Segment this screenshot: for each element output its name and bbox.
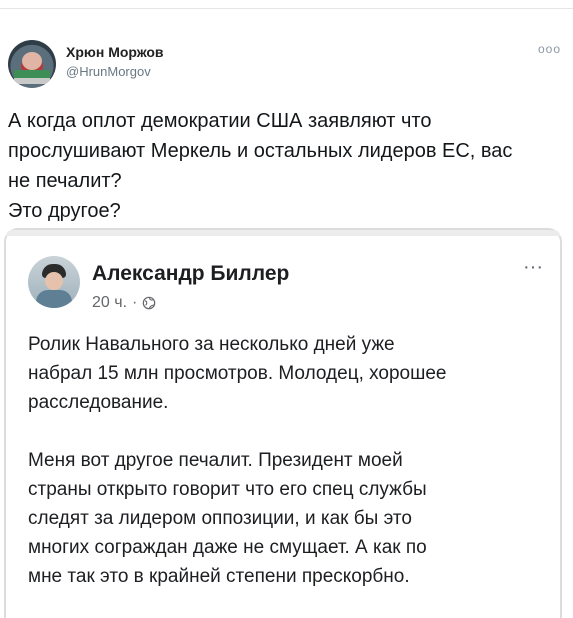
quoted-more-options-icon[interactable]: ··· — [523, 256, 543, 279]
quoted-author-name[interactable]: Александр Биллер — [92, 262, 289, 286]
post-text-line: следят за лидером оппозиции, и как бы эт… — [28, 508, 412, 529]
top-divider — [0, 8, 573, 9]
tweet-text-line: Это другое? — [8, 200, 121, 222]
quoted-post-paragraph-1: Ролик Навального за несколько дней уже н… — [28, 330, 548, 417]
avatar-band — [14, 70, 50, 78]
meta-separator: · — [132, 294, 138, 311]
card-top-shade — [6, 230, 560, 236]
avatar-band-lower — [14, 78, 50, 84]
avatar-face — [45, 272, 63, 290]
tweet-more-options-icon[interactable]: ooo — [538, 42, 561, 56]
tweet-author-avatar[interactable] — [8, 40, 56, 88]
post-time[interactable]: 20 ч. — [92, 294, 127, 312]
tweet-text-line: А когда оплот демократии США заявляют чт… — [8, 110, 432, 132]
quoted-author-avatar[interactable] — [28, 256, 80, 308]
tweet-text-line: прослушивают Меркель и остальных лидеров… — [8, 140, 513, 162]
avatar-face — [22, 52, 42, 70]
globe-icon — [143, 296, 156, 310]
avatar-shirt — [36, 290, 72, 308]
post-text-line: Ролик Навального за несколько дней уже — [28, 334, 395, 355]
tweet-text-line: не печалит? — [8, 170, 122, 192]
post-text-line: многих сограждан даже не смущает. А как … — [28, 537, 427, 558]
post-text-line: набрал 15 млн просмотров. Молодец, хорош… — [28, 363, 447, 384]
post-text-line: Меня вот другое печалит. Президент моей — [28, 450, 403, 471]
quoted-post-meta: 20 ч. · — [92, 294, 156, 312]
post-text-line: расследование. — [28, 392, 169, 413]
tweet-author-name[interactable]: Хрюн Моржов — [66, 44, 164, 60]
post-text-line: мне так это в крайней степени прескорбно… — [28, 566, 410, 587]
tweet-text: А когда оплот демократии США заявляют чт… — [8, 106, 564, 226]
quoted-post-paragraph-2: Меня вот другое печалит. Президент моей … — [28, 446, 548, 591]
tweet-author-handle[interactable]: @HrunMorgov — [66, 64, 151, 79]
post-text-line: страны открыто говорит что его спец служ… — [28, 479, 427, 500]
